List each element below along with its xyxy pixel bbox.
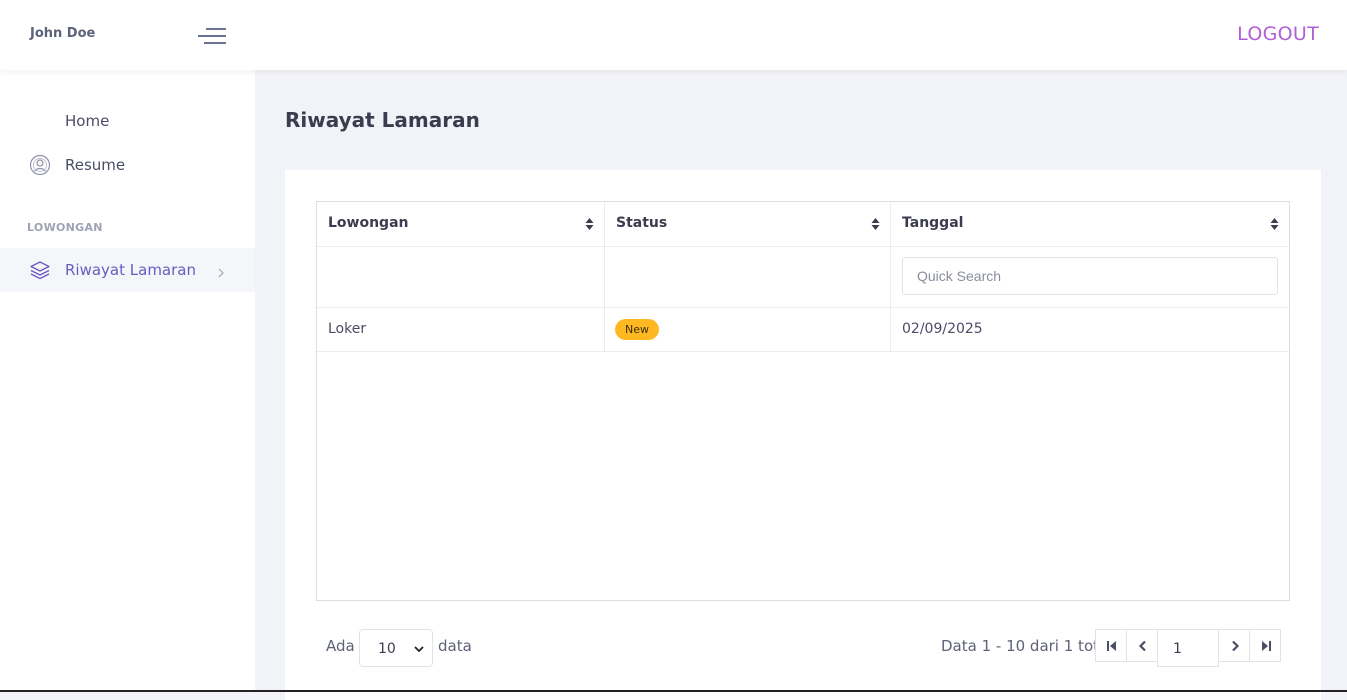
top-bar: John Doe LOGOUT xyxy=(0,0,1347,70)
next-page-button[interactable] xyxy=(1218,629,1250,662)
layers-icon xyxy=(29,259,51,281)
sort-icon[interactable] xyxy=(1270,217,1279,231)
column-header-tanggal[interactable]: Tanggal xyxy=(891,202,1289,246)
data-table: Lowongan Status Tanggal Loker xyxy=(316,201,1290,601)
page-size-suffix: data xyxy=(438,637,472,655)
hamburger-menu-icon[interactable] xyxy=(198,27,226,45)
cell-lowongan: Loker xyxy=(328,321,367,337)
quick-search-input[interactable] xyxy=(902,257,1278,295)
content-card: Lowongan Status Tanggal Loker xyxy=(285,170,1321,700)
current-page-value: 1 xyxy=(1173,641,1182,657)
chevron-right-icon xyxy=(216,264,226,278)
column-header-label: Lowongan xyxy=(328,215,409,231)
page-size-prefix: Ada xyxy=(326,637,355,655)
last-page-icon xyxy=(1262,641,1271,651)
page-size-select[interactable]: 10 xyxy=(359,629,433,667)
sidebar-section-label: LOWONGAN xyxy=(27,221,103,234)
sidebar: Home Resume LOWONGAN Riwayat Lamaran xyxy=(0,70,255,692)
column-header-label: Tanggal xyxy=(902,215,964,231)
table-header-row: Lowongan Status Tanggal xyxy=(317,202,1289,247)
table-row[interactable]: Loker New 02/09/2025 xyxy=(317,308,1289,352)
sidebar-item-home[interactable]: Home xyxy=(0,99,255,143)
logout-button[interactable]: LOGOUT xyxy=(1237,23,1319,45)
first-page-button[interactable] xyxy=(1095,629,1127,662)
last-page-button[interactable] xyxy=(1249,629,1281,662)
sidebar-item-riwayat-lamaran[interactable]: Riwayat Lamaran xyxy=(0,248,255,292)
sort-icon[interactable] xyxy=(871,217,880,231)
sidebar-item-label: Resume xyxy=(65,156,126,174)
chevron-right-icon xyxy=(1232,640,1240,652)
filter-cell xyxy=(605,247,891,307)
table-cell: New xyxy=(605,308,891,351)
column-header-status[interactable]: Status xyxy=(605,202,891,246)
pagination-summary: Data 1 - 10 dari 1 total xyxy=(941,637,1113,655)
column-header-label: Status xyxy=(616,215,668,231)
page-title: Riwayat Lamaran xyxy=(285,108,480,132)
sidebar-item-label: Riwayat Lamaran xyxy=(65,261,196,279)
sidebar-item-label: Home xyxy=(65,112,110,130)
column-header-lowongan[interactable]: Lowongan xyxy=(317,202,605,246)
sort-icon[interactable] xyxy=(585,217,594,231)
chevron-left-icon xyxy=(1138,640,1146,652)
cell-tanggal: 02/09/2025 xyxy=(902,321,983,337)
first-page-icon xyxy=(1107,641,1116,651)
user-name: John Doe xyxy=(30,26,96,41)
status-badge: New xyxy=(615,319,659,340)
chevron-down-icon xyxy=(414,646,424,653)
table-filter-row xyxy=(317,247,1289,308)
page-size-value: 10 xyxy=(378,641,396,657)
filter-cell xyxy=(317,247,605,307)
filter-cell xyxy=(891,247,1289,307)
sidebar-item-resume[interactable]: Resume xyxy=(0,143,255,187)
prev-page-button[interactable] xyxy=(1126,629,1158,662)
current-page-input[interactable]: 1 xyxy=(1157,629,1219,667)
table-cell: 02/09/2025 xyxy=(891,308,1289,351)
resume-icon xyxy=(29,154,51,176)
table-cell: Loker xyxy=(317,308,605,351)
